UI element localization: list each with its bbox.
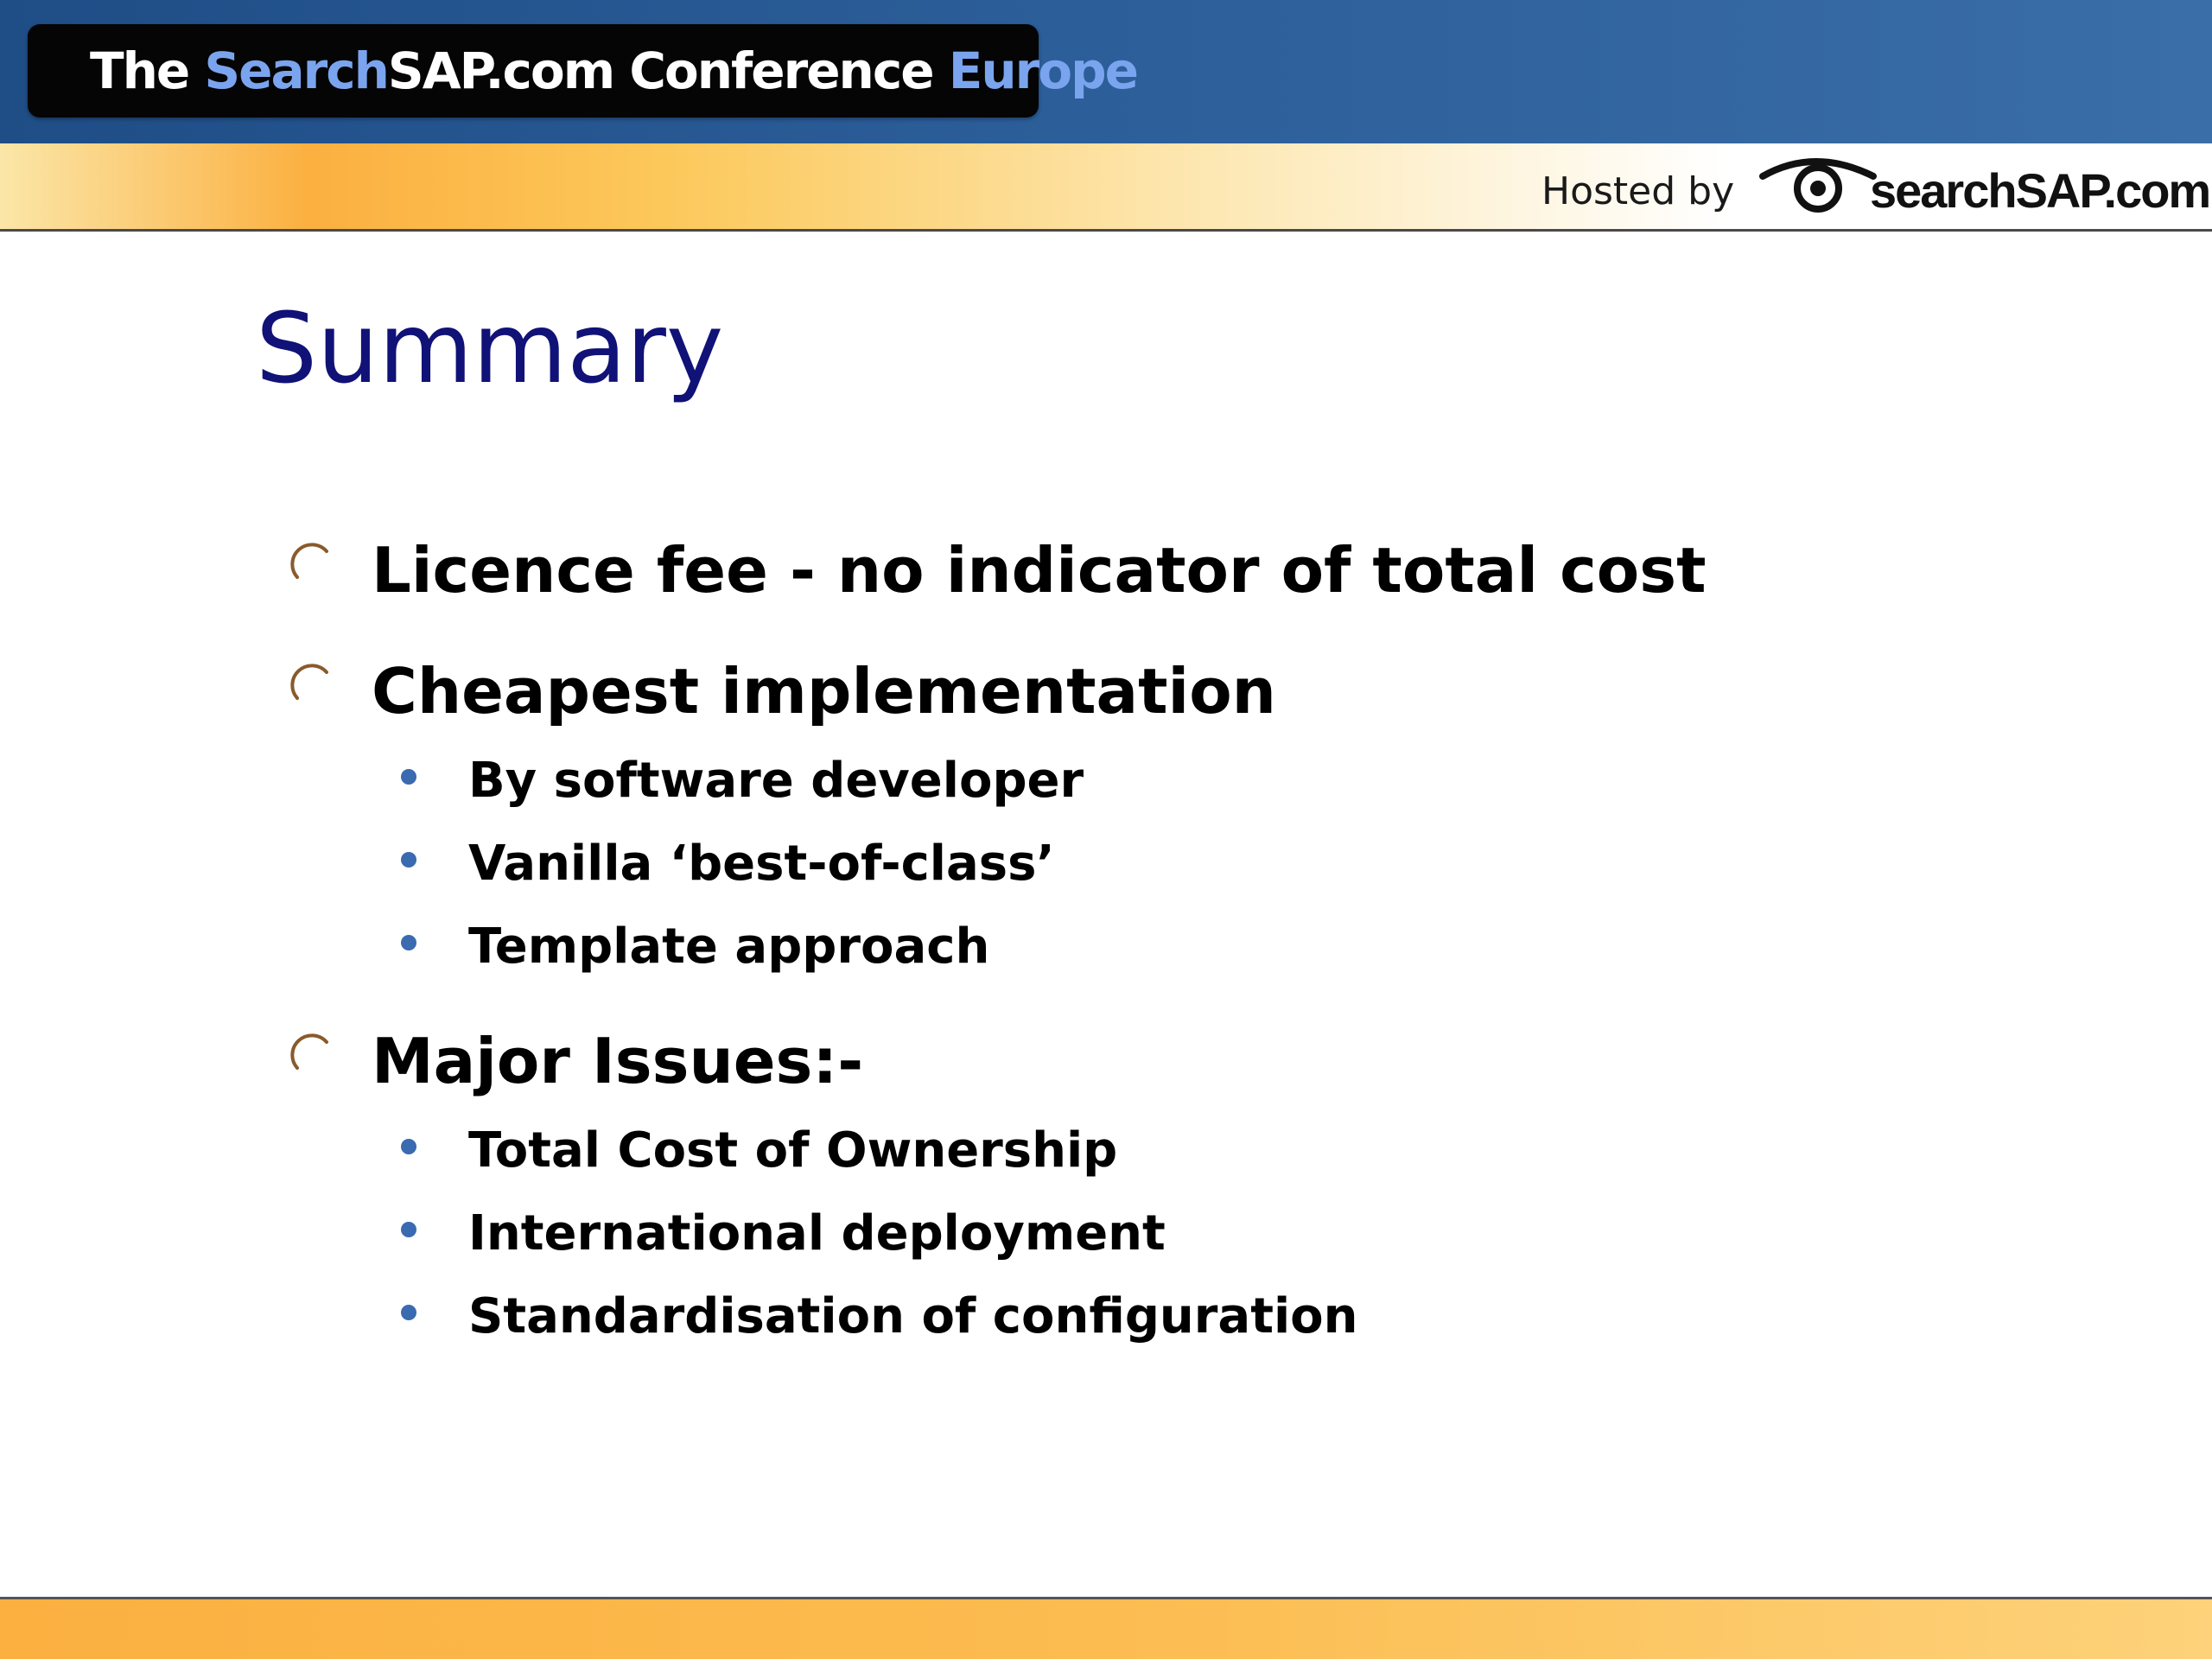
- eye-logo-icon: [1759, 158, 1877, 213]
- sub-bullet-dot-icon: [401, 1222, 416, 1237]
- arc-bullet-icon: [290, 1033, 328, 1070]
- sub-bullet-dot-icon: [401, 1305, 416, 1320]
- sub-bullet-dot-icon: [401, 1139, 416, 1154]
- sub-bullet-item: International deployment: [468, 1205, 1166, 1262]
- bullet-item: Cheapest implementation: [372, 655, 1276, 728]
- bullet-item: Licence fee - no indicator of total cost: [372, 534, 1707, 607]
- sub-bullet-dot-icon: [401, 769, 416, 785]
- sub-bullet-dot-icon: [401, 852, 416, 868]
- footer-band: [0, 1597, 2212, 1659]
- sub-bullet-item: By software developer: [468, 753, 1084, 809]
- slide-title: Summary: [256, 293, 724, 405]
- title-europe: Europe: [948, 41, 1139, 100]
- arc-bullet-icon: [290, 543, 328, 579]
- title-sap: SAP.com: [387, 41, 615, 100]
- sub-bullet-dot-icon: [401, 935, 416, 950]
- bullet-item: Major Issues:-: [372, 1025, 864, 1097]
- hosted-by-label: Hosted by: [1541, 169, 1735, 213]
- sub-bullet-item: Total Cost of Ownership: [468, 1122, 1118, 1179]
- title-search: Search: [204, 41, 390, 100]
- sub-bullet-item: Standardisation of configuration: [468, 1288, 1358, 1344]
- searchsap-logo-text: searchSAP.com: [1870, 163, 2211, 218]
- title-conference: Conference: [613, 41, 949, 100]
- title-the: The: [90, 41, 205, 100]
- sub-bullet-item: Vanilla ‘best-of-class’: [468, 836, 1055, 892]
- conference-title-banner: The Search SAP.com Conference Europe: [28, 24, 1139, 118]
- arc-bullet-icon: [290, 664, 328, 700]
- sub-bullet-item: Template approach: [468, 918, 990, 975]
